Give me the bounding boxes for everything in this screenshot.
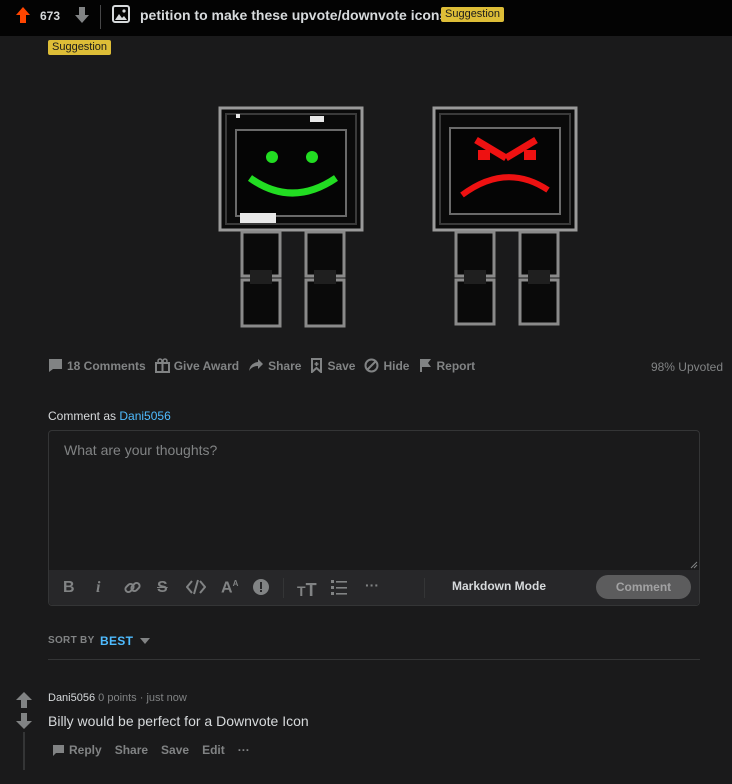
post-score: 673 (40, 9, 61, 23)
hide-label: Hide (383, 358, 410, 373)
share-arrow-icon (249, 359, 264, 371)
section-divider (48, 659, 700, 660)
happy-robot-image (218, 106, 364, 328)
superscript-icon[interactable]: AA (221, 579, 238, 597)
comment-editor[interactable]: What are your thoughts? B i S AA TT ··· … (48, 430, 700, 606)
submit-comment-button[interactable]: Comment (596, 575, 691, 599)
post-image[interactable] (210, 100, 590, 332)
meta-separator: · (139, 692, 144, 704)
share-button[interactable]: Share (248, 358, 301, 373)
hide-icon (364, 358, 379, 373)
toolbar-divider (424, 578, 425, 598)
comment-actions: Reply Share Save Edit ··· (52, 743, 263, 757)
comment-more-button[interactable]: ··· (238, 743, 250, 757)
sort-by-label: SORT BY (48, 635, 95, 646)
save-button[interactable]: Save (310, 358, 355, 373)
comments-button[interactable]: 18 Comments (48, 358, 146, 373)
comment-as-line: Comment as Dani5056 (48, 409, 171, 423)
comment-save-button[interactable]: Save (161, 743, 189, 757)
downvote-arrow-icon[interactable] (74, 6, 90, 29)
editor-toolbar: B i S AA TT ··· Markdown Mode Comment (49, 570, 699, 605)
comment-input-placeholder[interactable]: What are your thoughts? (64, 442, 217, 458)
comment-as-label: Comment as (48, 409, 117, 423)
angry-robot-image (432, 106, 578, 326)
code-icon[interactable] (185, 578, 207, 601)
post-actions-bar: 18 Comments Give Award Share Save Hide R… (48, 358, 484, 373)
comment-icon (49, 359, 62, 372)
comment-meta: Dani5056 0 points · just now (48, 692, 187, 704)
comment-upvote-icon[interactable] (15, 691, 33, 714)
toolbar-divider (283, 578, 284, 598)
save-label: Save (327, 358, 356, 373)
share-label: Share (268, 358, 302, 373)
sort-dropdown[interactable]: BEST (100, 634, 133, 648)
markdown-mode-button[interactable]: Markdown Mode (452, 579, 546, 593)
post-flair-badge[interactable]: Suggestion (441, 7, 505, 22)
upvote-ratio: 98% Upvoted (650, 360, 723, 374)
spoiler-icon[interactable] (252, 578, 270, 601)
italic-icon[interactable]: i (96, 579, 100, 597)
give-award-label: Give Award (173, 358, 240, 373)
hide-button[interactable]: Hide (364, 358, 409, 373)
list-icon[interactable] (330, 578, 348, 601)
reply-label: Reply (69, 743, 102, 757)
flag-icon (420, 359, 432, 372)
give-award-button[interactable]: Give Award (154, 358, 240, 373)
comment-icon (53, 744, 64, 756)
gift-icon (154, 358, 170, 373)
comment-author[interactable]: Dani5056 (48, 692, 95, 704)
bold-icon[interactable]: B (63, 579, 75, 597)
link-icon[interactable] (123, 578, 142, 602)
chevron-down-icon[interactable] (140, 638, 150, 644)
post-flair-tag[interactable]: Suggestion (48, 40, 112, 55)
comment-thread-line[interactable] (23, 732, 25, 770)
reply-button[interactable]: Reply (52, 743, 102, 757)
comment-time[interactable]: just now (146, 692, 186, 704)
image-post-icon (112, 5, 130, 28)
post-header-bar: 673 petition to make these upvote/downvo… (0, 0, 732, 36)
upvote-arrow-icon[interactable] (15, 6, 31, 29)
comment-body: Billy would be perfect for a Downvote Ic… (48, 713, 309, 729)
header-divider (100, 5, 101, 29)
bookmark-icon (311, 358, 323, 373)
comment-edit-button[interactable]: Edit (202, 743, 225, 757)
more-icon[interactable]: ··· (365, 577, 379, 593)
comment-points: 0 points (98, 692, 137, 704)
comments-label: 18 Comments (67, 358, 146, 373)
post-title[interactable]: petition to make these upvote/downvote i… (140, 7, 447, 23)
report-label: Report (436, 358, 476, 373)
comment-as-username[interactable]: Dani5056 (119, 409, 170, 423)
resize-handle-icon[interactable] (690, 561, 698, 569)
heading-icon[interactable]: TT (297, 580, 317, 601)
comment-share-button[interactable]: Share (115, 743, 148, 757)
strikethrough-icon[interactable]: S (157, 579, 168, 597)
report-button[interactable]: Report (418, 358, 475, 373)
